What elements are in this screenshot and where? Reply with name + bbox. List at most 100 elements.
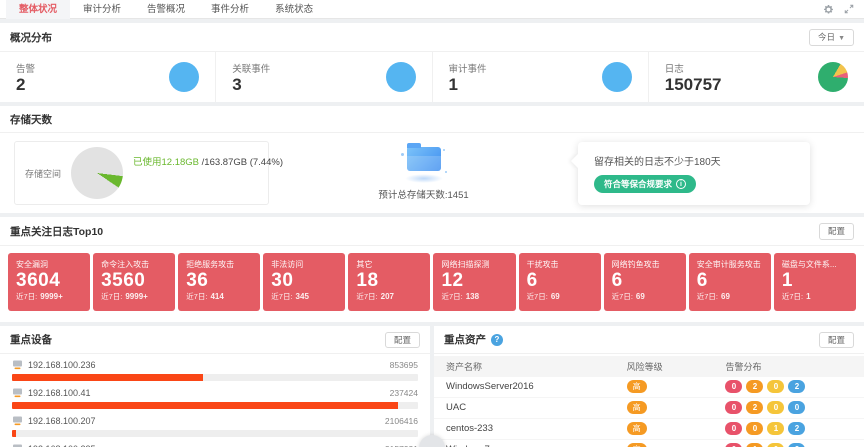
device-row[interactable]: 192.168.100.41 237424 bbox=[12, 386, 418, 409]
device-value: 853695 bbox=[390, 360, 418, 370]
recent-label: 近7日: bbox=[101, 292, 122, 301]
log-card-value: 36 bbox=[186, 270, 252, 292]
recent-value: 1 bbox=[806, 292, 810, 301]
info-icon: i bbox=[676, 179, 686, 189]
log-card-name: 拒绝服务攻击 bbox=[186, 259, 252, 270]
dist-badge-high: 1 bbox=[746, 443, 763, 447]
log-card-security-vuln[interactable]: 安全漏洞 3604 近7日:9999+ bbox=[8, 253, 90, 311]
stat-audit-events[interactable]: 审计事件 1 bbox=[433, 52, 649, 102]
log-card-value: 12 bbox=[441, 270, 507, 292]
device-ip: 192.168.100.207 bbox=[28, 416, 96, 426]
dist-badge-critical: 0 bbox=[725, 380, 742, 393]
device-icon bbox=[12, 360, 23, 370]
tab-audit-analysis[interactable]: 审计分析 bbox=[70, 0, 134, 19]
storage-space-label: 存储空间 bbox=[25, 167, 61, 180]
assets-section: 重点资产 ? 配置 资产名称 风险等级 告警分布 WindowsServer20… bbox=[434, 326, 864, 447]
log-card-network-scan[interactable]: 网络扫描探测 12 近7日:138 bbox=[433, 253, 515, 311]
assets-config-button[interactable]: 配置 bbox=[819, 332, 854, 348]
devices-config-button[interactable]: 配置 bbox=[385, 332, 420, 348]
tab-overall-status[interactable]: 整体状况 bbox=[6, 0, 70, 19]
period-dropdown[interactable]: 今日▼ bbox=[809, 29, 854, 46]
top-tab-bar: 整体状况 审计分析 告警概况 事件分析 系统状态 bbox=[0, 0, 864, 19]
asset-row[interactable]: UAC 高 0200 bbox=[434, 397, 864, 418]
device-row[interactable]: 192.168.100.207 2106416 bbox=[12, 414, 418, 437]
device-row[interactable]: 192.168.100.235 2157921 bbox=[12, 442, 418, 447]
device-bar-track bbox=[12, 430, 418, 437]
devices-section: 重点设备 配置 192.168.100.236 853695 192.168.1… bbox=[0, 326, 430, 447]
folder-illustration bbox=[401, 145, 447, 183]
asset-name: UAC bbox=[434, 397, 615, 418]
recent-value: 9999+ bbox=[40, 292, 62, 301]
assets-title: 重点资产 bbox=[444, 332, 486, 347]
overview-stats: 告警 2 关联事件 3 审计事件 1 日志 150757 bbox=[0, 52, 864, 102]
log-card-name: 命令注入攻击 bbox=[101, 259, 167, 270]
dist-badge-low: 0 bbox=[788, 401, 805, 414]
log-card-phishing[interactable]: 网络钓鱼攻击 6 近7日:69 bbox=[604, 253, 686, 311]
recent-label: 近7日: bbox=[16, 292, 37, 301]
pie-chart-icon bbox=[818, 62, 848, 92]
help-icon[interactable]: ? bbox=[491, 334, 503, 346]
device-list: 192.168.100.236 853695 192.168.100.41 23… bbox=[0, 354, 430, 447]
recent-value: 69 bbox=[636, 292, 645, 301]
top10-section: 重点关注日志Top10 配置 安全漏洞 3604 近7日:9999+ 命令注入攻… bbox=[0, 217, 864, 321]
log-card-name: 干扰攻击 bbox=[527, 259, 593, 270]
log-card-name: 安全漏洞 bbox=[16, 259, 82, 270]
gear-icon[interactable] bbox=[823, 4, 834, 15]
log-card-name: 安全审计服务攻击 bbox=[697, 259, 763, 270]
stat-alarms[interactable]: 告警 2 bbox=[0, 52, 216, 102]
recent-value: 345 bbox=[296, 292, 309, 301]
dist-badge-low: 2 bbox=[788, 380, 805, 393]
log-card-illegal-access[interactable]: 非法访问 30 近7日:345 bbox=[263, 253, 345, 311]
device-value: 237424 bbox=[390, 388, 418, 398]
device-ip: 192.168.100.236 bbox=[28, 360, 96, 370]
log-card-value: 6 bbox=[527, 270, 593, 292]
compliance-note-card: 留存相关的日志不少于180天 符合等保合规要求i bbox=[578, 142, 810, 205]
tab-alarm-overview[interactable]: 告警概况 bbox=[134, 0, 198, 19]
log-card-name: 磁盘与文件系... bbox=[782, 259, 848, 270]
dist-badge-high: 2 bbox=[746, 380, 763, 393]
storage-used-text: 已使用12.18GB bbox=[133, 157, 199, 168]
asset-row[interactable]: WindowsServer2016 高 0202 bbox=[434, 377, 864, 398]
col-asset-name: 资产名称 bbox=[434, 356, 615, 377]
dist-badge-critical: 0 bbox=[725, 422, 742, 435]
risk-badge: 高 bbox=[627, 401, 647, 414]
device-bar-track bbox=[12, 374, 418, 381]
fullscreen-icon[interactable] bbox=[844, 4, 854, 14]
log-card-dos-attack[interactable]: 拒绝服务攻击 36 近7日:414 bbox=[178, 253, 260, 311]
storage-pie-chart bbox=[71, 147, 123, 199]
dist-badge-high: 2 bbox=[746, 401, 763, 414]
log-card-audit-service[interactable]: 安全审计服务攻击 6 近7日:69 bbox=[689, 253, 771, 311]
storage-title: 存储天数 bbox=[10, 112, 52, 127]
log-card-disk-file[interactable]: 磁盘与文件系... 1 近7日:1 bbox=[774, 253, 856, 311]
compliance-badge-button[interactable]: 符合等保合规要求i bbox=[594, 175, 696, 193]
log-card-other[interactable]: 其它 18 近7日:207 bbox=[348, 253, 430, 311]
recent-label: 近7日: bbox=[441, 292, 462, 301]
asset-row[interactable]: centos-233 高 0012 bbox=[434, 418, 864, 439]
log-card-value: 3560 bbox=[101, 270, 167, 292]
device-bar-fill bbox=[12, 430, 16, 437]
log-card-cmd-injection[interactable]: 命令注入攻击 3560 近7日:9999+ bbox=[93, 253, 175, 311]
device-bar-fill bbox=[12, 374, 203, 381]
device-bar-fill bbox=[12, 402, 398, 409]
asset-name: WindowsServer2016 bbox=[434, 377, 615, 398]
stat-value: 3 bbox=[232, 76, 270, 95]
log-card-value: 6 bbox=[697, 270, 763, 292]
recent-value: 414 bbox=[210, 292, 223, 301]
tab-system-status[interactable]: 系统状态 bbox=[262, 0, 326, 19]
tab-event-analysis[interactable]: 事件分析 bbox=[198, 0, 262, 19]
asset-row[interactable]: Windows7 高 0102 bbox=[434, 439, 864, 447]
recent-value: 9999+ bbox=[125, 292, 147, 301]
stat-value: 2 bbox=[16, 76, 35, 95]
asset-name: Windows7 bbox=[434, 439, 615, 447]
overview-section: 概况分布 今日▼ 告警 2 关联事件 3 审计事件 1 日 bbox=[0, 23, 864, 102]
risk-badge: 高 bbox=[627, 422, 647, 435]
stat-label: 日志 bbox=[665, 61, 722, 75]
log-card-interference[interactable]: 干扰攻击 6 近7日:69 bbox=[519, 253, 601, 311]
stat-correlated-events[interactable]: 关联事件 3 bbox=[216, 52, 432, 102]
top10-config-button[interactable]: 配置 bbox=[819, 223, 854, 239]
stat-logs[interactable]: 日志 150757 bbox=[649, 52, 864, 102]
stat-label: 关联事件 bbox=[232, 61, 270, 75]
log-card-value: 3604 bbox=[16, 270, 82, 292]
top10-title: 重点关注日志Top10 bbox=[10, 224, 103, 239]
device-row[interactable]: 192.168.100.236 853695 bbox=[12, 358, 418, 381]
